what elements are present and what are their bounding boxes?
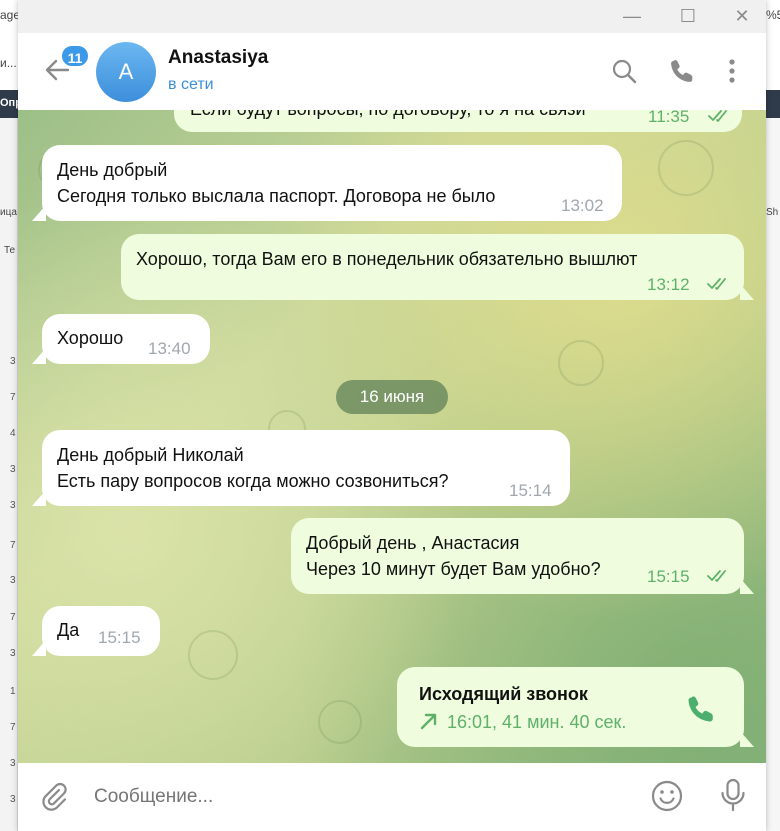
- message-incoming[interactable]: День добрый Сегодня только выслала паспо…: [42, 145, 622, 221]
- message-incoming[interactable]: Хорошо 13:40: [42, 314, 210, 364]
- message-time: 15:15: [98, 628, 141, 647]
- read-checkmarks-icon: [708, 110, 727, 122]
- message-time: 13:40: [148, 339, 191, 358]
- background-row-number: 3: [10, 758, 16, 769]
- read-checkmarks-icon: [707, 570, 726, 582]
- call-details: 16:01, 41 мин. 40 сек.: [447, 712, 627, 732]
- background-row-number: 7: [10, 392, 16, 403]
- message-incoming[interactable]: День добрый Николай Есть пару вопросов к…: [42, 430, 570, 506]
- call-title: Исходящий звонок: [419, 684, 588, 704]
- message-outgoing[interactable]: Добрый день , Анастасия Через 10 минут б…: [291, 518, 744, 594]
- message-text: Добрый день , Анастасия: [306, 533, 520, 553]
- bubble-tail: [740, 284, 754, 300]
- wallpaper-doodle: [658, 140, 714, 196]
- background-column: [766, 118, 780, 831]
- message-list[interactable]: Если будут вопросы, по договору, то я на…: [18, 110, 766, 763]
- message-text: Сегодня только выслала паспорт. Договора…: [57, 186, 496, 206]
- message-text: Через 10 минут будет Вам удобно?: [306, 559, 601, 579]
- background-row-number: 7: [10, 612, 16, 623]
- close-icon[interactable]: ✕: [730, 4, 754, 28]
- wallpaper-doodle: [318, 700, 362, 744]
- phone-icon[interactable]: [668, 57, 698, 87]
- background-row-number: 3: [10, 648, 16, 659]
- message-time: 11:35: [648, 110, 690, 126]
- background-row-number: 7: [10, 722, 16, 733]
- phone-icon[interactable]: [685, 693, 717, 725]
- contact-status: в сети: [168, 76, 214, 93]
- date-separator: 16 июня: [336, 380, 448, 414]
- bubble-tail: [32, 640, 46, 656]
- background-row-number: 7: [10, 540, 16, 551]
- background-fragment: %5: [766, 8, 780, 22]
- message-text: Хорошо, тогда Вам его в понедельник обяз…: [136, 249, 638, 269]
- chat-header: 11 A Anastasiya в сети: [18, 33, 766, 110]
- background-fragment: Sh: [766, 207, 779, 218]
- wallpaper-doodle: [188, 630, 238, 680]
- message-time: 15:15: [647, 567, 690, 586]
- search-icon[interactable]: [610, 57, 640, 87]
- wallpaper-doodle: [558, 340, 604, 386]
- message-outgoing[interactable]: Если будут вопросы, по договору, то я на…: [174, 110, 742, 132]
- more-icon[interactable]: [718, 57, 748, 87]
- message-text: День добрый: [57, 160, 168, 180]
- maximize-icon[interactable]: ☐: [676, 4, 700, 28]
- message-text: Если будут вопросы, по договору, то я на…: [190, 110, 586, 122]
- message-time: 13:12: [647, 275, 690, 294]
- background-row-number: 3: [10, 794, 16, 805]
- background-fragment: и...: [0, 56, 17, 70]
- background-row-number: 3: [10, 500, 16, 511]
- background-row-number: 1: [10, 686, 16, 697]
- background-row-number: 4: [10, 428, 16, 439]
- outgoing-call-message[interactable]: Исходящий звонок 16:01, 41 мин. 40 сек.: [397, 667, 744, 747]
- contact-name[interactable]: Anastasiya: [168, 47, 268, 69]
- read-checkmarks-icon: [707, 278, 726, 290]
- message-time: 15:14: [509, 481, 552, 500]
- message-text: День добрый Николай: [57, 445, 244, 465]
- message-text: Да: [57, 620, 80, 640]
- background-row-number: 3: [10, 356, 16, 367]
- background-fragment: ица: [0, 207, 17, 218]
- message-time: 13:02: [561, 196, 604, 215]
- microphone-icon[interactable]: [716, 777, 750, 813]
- message-composer: [18, 763, 766, 831]
- telegram-chat-window: — ☐ ✕ 11 A Anastasiya в сети Если буд: [18, 0, 766, 831]
- message-input[interactable]: [94, 786, 614, 808]
- bubble-tail: [740, 731, 754, 747]
- background-row-number: 3: [10, 575, 16, 586]
- window-titlebar: — ☐ ✕: [18, 0, 766, 33]
- emoji-icon[interactable]: [650, 779, 684, 813]
- message-text: Хорошо: [57, 328, 124, 348]
- avatar[interactable]: A: [96, 42, 156, 102]
- background-fragment: Те: [4, 245, 16, 256]
- background-row-number: 3: [10, 464, 16, 475]
- message-incoming[interactable]: Да 15:15: [42, 606, 160, 656]
- minimize-icon[interactable]: —: [620, 4, 644, 28]
- outgoing-arrow-icon: [420, 713, 437, 730]
- background-toolbar: [766, 90, 780, 118]
- unread-count-badge: 11: [60, 44, 90, 68]
- bubble-tail: [740, 578, 754, 594]
- message-text: Есть пару вопросов когда можно созвонить…: [57, 471, 449, 491]
- attach-icon[interactable]: [38, 781, 70, 813]
- message-outgoing[interactable]: Хорошо, тогда Вам его в понедельник обяз…: [121, 234, 744, 300]
